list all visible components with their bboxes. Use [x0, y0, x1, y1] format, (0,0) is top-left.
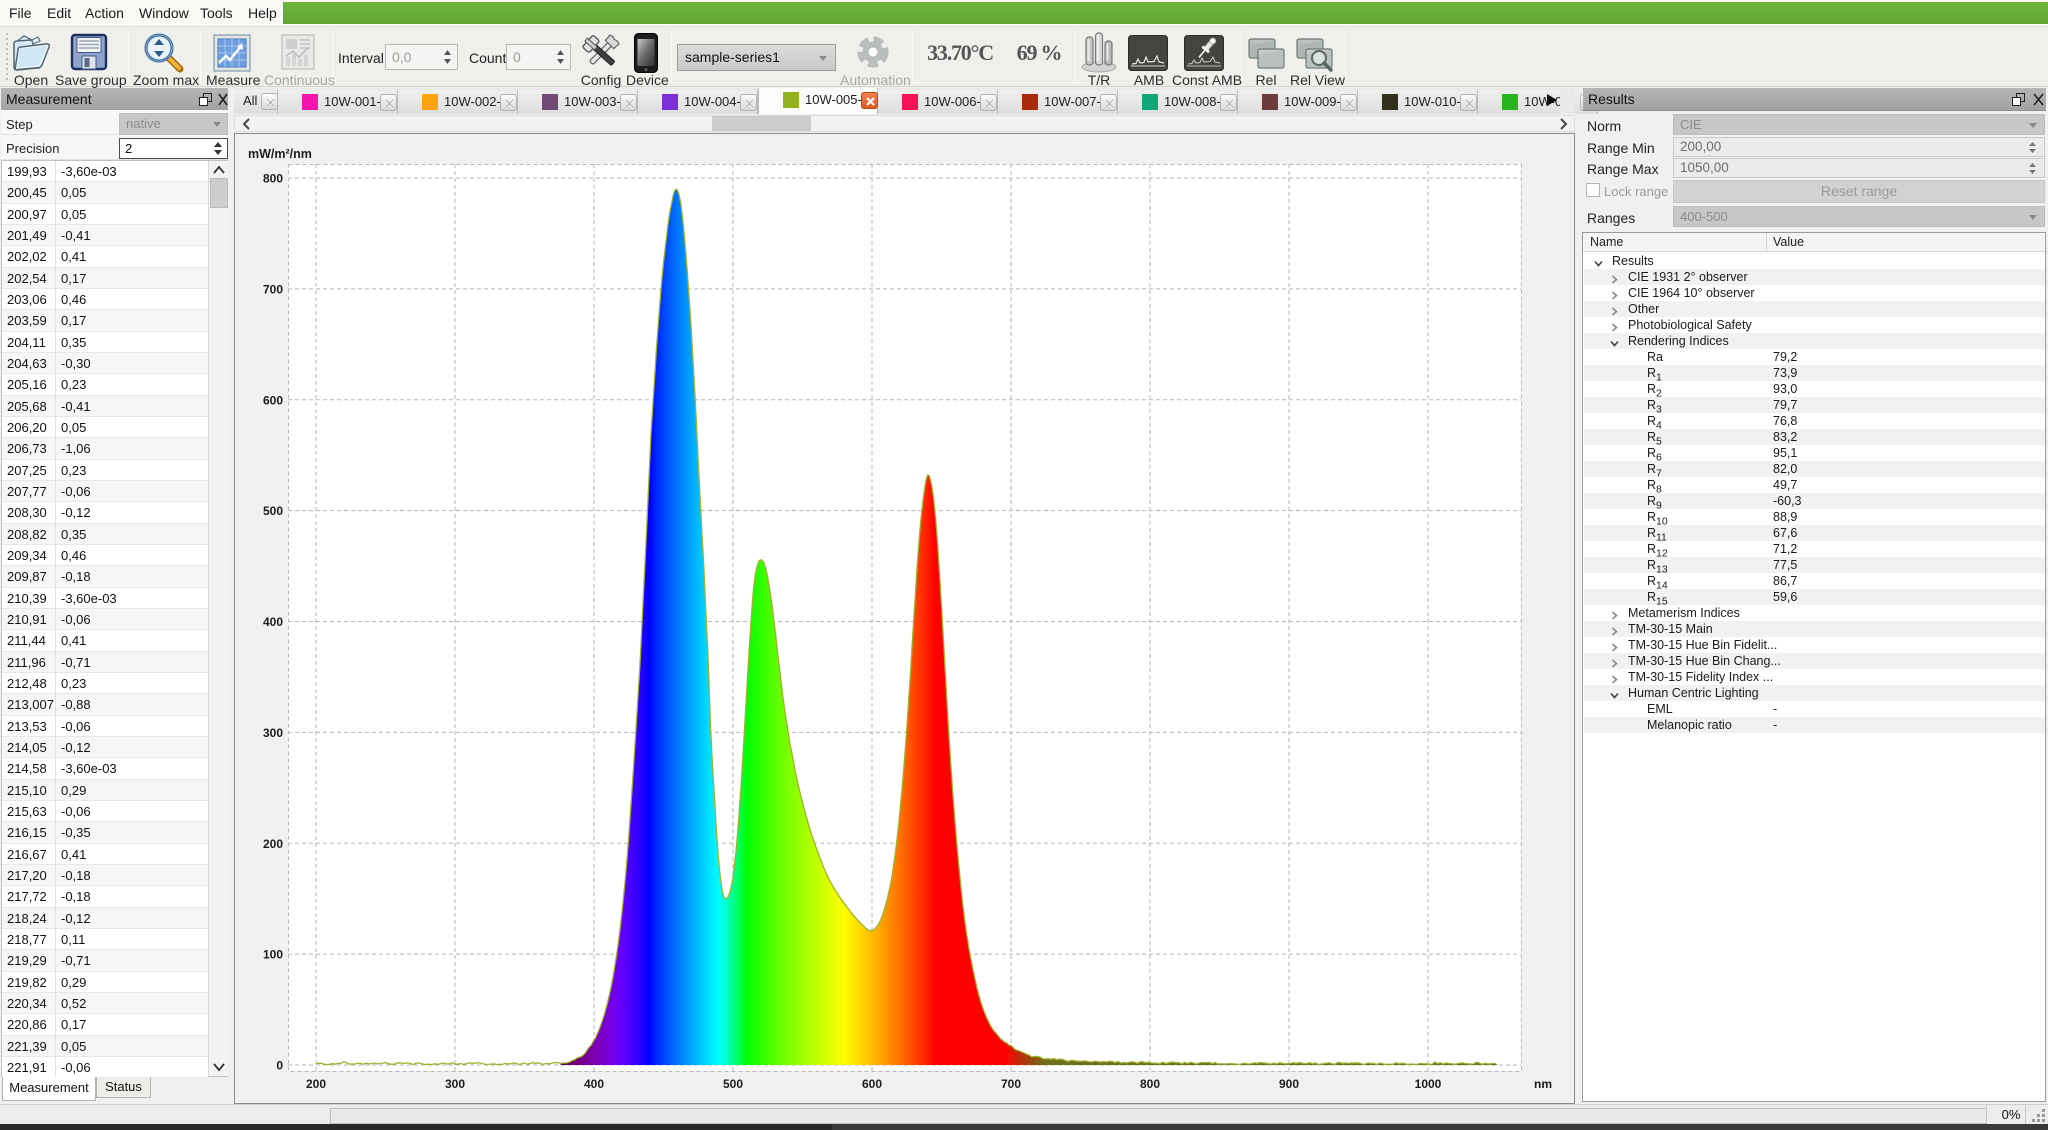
svg-text:700: 700 — [1001, 1077, 1021, 1091]
svg-text:700: 700 — [263, 282, 283, 296]
svg-text:500: 500 — [263, 504, 283, 518]
svg-text:mW/m²/nm: mW/m²/nm — [248, 147, 312, 161]
svg-text:300: 300 — [263, 726, 283, 740]
svg-text:900: 900 — [1279, 1077, 1299, 1091]
svg-text:600: 600 — [263, 393, 283, 407]
svg-text:400: 400 — [263, 615, 283, 629]
svg-text:100: 100 — [263, 948, 283, 962]
svg-text:500: 500 — [723, 1077, 743, 1091]
svg-text:300: 300 — [445, 1077, 465, 1091]
svg-text:400: 400 — [584, 1077, 604, 1091]
svg-text:200: 200 — [263, 837, 283, 851]
svg-text:600: 600 — [862, 1077, 882, 1091]
svg-text:1000: 1000 — [1415, 1077, 1442, 1091]
svg-text:200: 200 — [306, 1077, 326, 1091]
svg-text:800: 800 — [263, 172, 283, 186]
svg-text:800: 800 — [1140, 1077, 1160, 1091]
svg-text:0: 0 — [276, 1059, 283, 1073]
svg-text:nm: nm — [1534, 1077, 1552, 1091]
